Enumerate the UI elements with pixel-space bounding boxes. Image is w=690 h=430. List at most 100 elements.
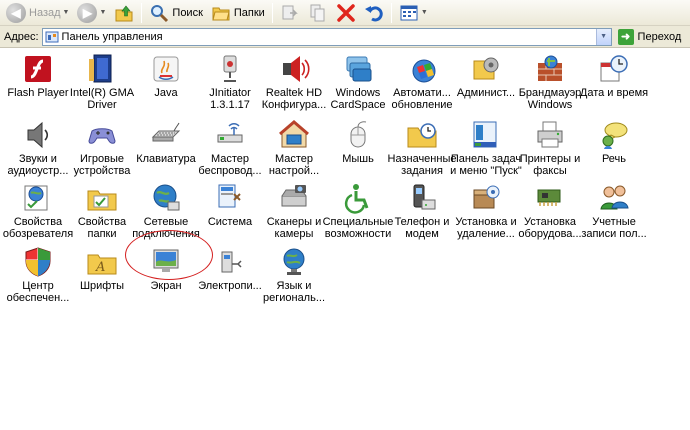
item-label: Телефон и модем: [394, 216, 450, 240]
folders-icon: [211, 3, 231, 23]
control-panel-item[interactable]: Учетные записи пол...: [581, 182, 647, 240]
mouse-icon: [342, 119, 374, 151]
folders-label: Папки: [233, 6, 265, 19]
control-panel-item[interactable]: Админист...: [454, 53, 518, 99]
control-panel-item[interactable]: Мышь: [326, 119, 390, 165]
item-label: Игровые устройства: [73, 153, 131, 177]
accessibility-icon: [342, 182, 374, 214]
control-panel-item[interactable]: Речь: [582, 119, 646, 165]
add-hardware-icon: [534, 182, 566, 214]
scheduled-tasks-icon: [406, 119, 438, 151]
control-panel-item[interactable]: Телефон и модем: [390, 182, 454, 240]
go-label: Переход: [637, 30, 682, 43]
network-connections-icon: [150, 182, 182, 214]
item-label: Intel(R) GMA Driver: [69, 87, 135, 111]
go-arrow-icon: ➜: [617, 28, 634, 45]
control-panel-item[interactable]: Язык и региональ...: [262, 246, 326, 304]
item-label: Учетные записи пол...: [581, 216, 647, 240]
delete-x-icon: [336, 3, 356, 23]
item-label: Windows CardSpace: [330, 87, 386, 111]
control-panel-item[interactable]: Свойства папки: [70, 182, 134, 240]
control-panel-item[interactable]: Мастер настрой...: [262, 119, 326, 177]
toolbar-separator: [271, 2, 273, 23]
admin-tools-icon: [470, 53, 502, 85]
item-label: Язык и региональ...: [262, 280, 326, 304]
up-folder-button[interactable]: [110, 2, 138, 24]
java-icon: [150, 53, 182, 85]
item-label: Дата и время: [579, 87, 649, 99]
item-label: Речь: [601, 153, 627, 165]
control-panel-item[interactable]: Intel(R) GMA Driver: [70, 53, 134, 111]
item-label: Realtek HD Конфигура...: [261, 87, 327, 111]
realtek-icon: [278, 53, 310, 85]
chevron-down-icon: ▼: [62, 9, 70, 16]
control-panel-item[interactable]: Свойства обозревателя: [3, 182, 73, 240]
item-label: Мастер настрой...: [268, 153, 320, 177]
control-panel-item[interactable]: JInitiator 1.3.1.17: [198, 53, 262, 111]
control-panel-item[interactable]: Центр обеспечен...: [6, 246, 70, 304]
control-panel-item[interactable]: Установка и удаление...: [454, 182, 518, 240]
control-panel-item[interactable]: Flash Player: [6, 53, 70, 99]
system-icon: [214, 182, 246, 214]
address-label: Адрес:: [4, 30, 39, 43]
chevron-down-icon: ▼: [99, 9, 107, 16]
control-panel-item[interactable]: Сканеры и камеры: [262, 182, 326, 240]
control-panel-item[interactable]: Принтеры и факсы: [518, 119, 582, 177]
item-label: JInitiator 1.3.1.17: [209, 87, 251, 111]
views-button[interactable]: ▼: [395, 2, 432, 24]
item-label: Шрифты: [79, 280, 125, 292]
control-panel-item[interactable]: Система: [198, 182, 262, 228]
item-label: Назначенные задания: [387, 153, 457, 177]
back-button[interactable]: ◀ Назад ▼: [2, 2, 73, 24]
undo-button[interactable]: [360, 2, 388, 24]
control-panel-item[interactable]: Назначенные задания: [387, 119, 457, 177]
security-center-icon: [22, 246, 54, 278]
forward-arrow-icon: ▶: [77, 2, 98, 23]
item-label: Экран: [150, 280, 182, 292]
search-label: Поиск: [172, 6, 203, 19]
control-panel-item[interactable]: Java: [134, 53, 198, 99]
control-panel-item[interactable]: Мастер беспровод...: [198, 119, 262, 177]
control-panel-item[interactable]: Windows CardSpace: [326, 53, 390, 111]
item-label: Java: [154, 87, 178, 99]
control-panel-icon: [45, 31, 59, 42]
move-to-button[interactable]: [276, 2, 304, 24]
firewall-icon: [534, 53, 566, 85]
up-folder-icon: [114, 3, 134, 23]
control-panel-item[interactable]: Панель задач и меню "Пуск": [450, 119, 522, 177]
item-label: Flash Player: [7, 87, 69, 99]
control-panel-item[interactable]: Автомати... обновление: [390, 53, 454, 111]
intel-gma-icon: [86, 53, 118, 85]
add-remove-icon: [470, 182, 502, 214]
control-panel-item[interactable]: Игровые устройства: [70, 119, 134, 177]
item-label: Брандмауэр Windows: [518, 87, 582, 111]
address-input[interactable]: Панель управления ▼: [41, 27, 612, 46]
item-label: Звуки и аудиоустр...: [7, 153, 69, 177]
go-button[interactable]: ➜ Переход: [617, 28, 682, 45]
flash-icon: [22, 53, 54, 85]
item-label: Специальные возможности: [322, 216, 394, 240]
forward-button[interactable]: ▶ ▼: [73, 2, 110, 24]
toolbar: ◀ Назад ▼ ▶ ▼ Поиск Папки ▼: [0, 0, 690, 26]
item-label: Мастер беспровод...: [198, 153, 262, 177]
toolbar-separator: [390, 2, 392, 23]
address-bar: Адрес: Панель управления ▼ ➜ Переход: [0, 26, 690, 48]
control-panel-item[interactable]: Realtek HD Конфигура...: [262, 53, 326, 111]
item-label: Центр обеспечен...: [6, 280, 70, 304]
highlight-circle: [125, 230, 213, 280]
delete-button[interactable]: [332, 2, 360, 24]
address-dropdown-button[interactable]: ▼: [595, 28, 611, 45]
user-accounts-icon: [598, 182, 630, 214]
control-panel-item[interactable]: Брандмауэр Windows: [518, 53, 582, 111]
copy-to-button[interactable]: [304, 2, 332, 24]
control-panel-item[interactable]: Звуки и аудиоустр...: [6, 119, 70, 177]
control-panel-item[interactable]: Специальные возможности: [323, 182, 393, 240]
control-panel-item[interactable]: Установка оборудова...: [518, 182, 582, 240]
folders-button[interactable]: Папки: [207, 2, 269, 24]
control-panel-item[interactable]: Клавиатура: [134, 119, 198, 165]
wireless-icon: [214, 119, 246, 151]
item-label: Клавиатура: [136, 153, 196, 165]
control-panel-item[interactable]: Дата и время: [579, 53, 649, 99]
search-button[interactable]: Поиск: [145, 2, 206, 24]
cardspace-icon: [342, 53, 374, 85]
